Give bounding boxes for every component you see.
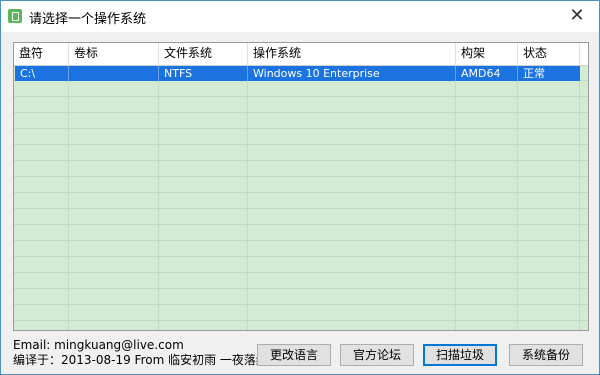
column-header-volume[interactable]: 卷标 bbox=[69, 43, 159, 65]
cell-drive: C:\ bbox=[15, 66, 69, 81]
table-header: 盘符 卷标 文件系统 操作系统 构架 状态 bbox=[14, 43, 588, 66]
grid-row-lines bbox=[14, 65, 588, 330]
window-title: 请选择一个操作系统 bbox=[29, 12, 147, 27]
change-language-button[interactable]: 更改语言 bbox=[257, 344, 331, 366]
title-bar: 请选择一个操作系统 ✕ bbox=[1, 1, 599, 32]
os-table[interactable]: 盘符 卷标 文件系统 操作系统 构架 状态 C:\ NTFS Windows 1… bbox=[13, 42, 589, 331]
cell-status: 正常 bbox=[523, 67, 545, 80]
column-header-status[interactable]: 状态 bbox=[518, 43, 580, 65]
table-row[interactable]: C:\ NTFS Windows 10 Enterprise AMD64 正常 bbox=[15, 66, 580, 81]
scan-junk-button[interactable]: 扫描垃圾 bbox=[423, 344, 497, 366]
close-button[interactable]: ✕ bbox=[555, 1, 599, 32]
os-select-dialog: 请选择一个操作系统 ✕ 盘符 卷标 文件系统 操作系统 构架 状态 C:\ NT… bbox=[0, 0, 600, 375]
column-header-drive[interactable]: 盘符 bbox=[14, 43, 69, 65]
cell-os: Windows 10 Enterprise bbox=[248, 66, 456, 81]
official-forum-button[interactable]: 官方论坛 bbox=[340, 344, 414, 366]
cell-arch: AMD64 bbox=[456, 66, 518, 81]
footer-info: Email: mingkuang@live.com 编译于：2013-08-19… bbox=[13, 338, 268, 368]
author-email: Email: mingkuang@live.com bbox=[13, 338, 184, 352]
column-header-arch[interactable]: 构架 bbox=[456, 43, 518, 65]
column-header-filesystem[interactable]: 文件系统 bbox=[159, 43, 248, 65]
cell-filesystem: NTFS bbox=[159, 66, 248, 81]
compile-info: 编译于：2013-08-19 From 临安初雨 一夜落红 bbox=[13, 353, 268, 367]
column-header-os[interactable]: 操作系统 bbox=[248, 43, 456, 65]
cell-volume bbox=[69, 66, 159, 81]
system-backup-button[interactable]: 系统备份 bbox=[509, 344, 583, 366]
app-icon bbox=[8, 9, 22, 23]
